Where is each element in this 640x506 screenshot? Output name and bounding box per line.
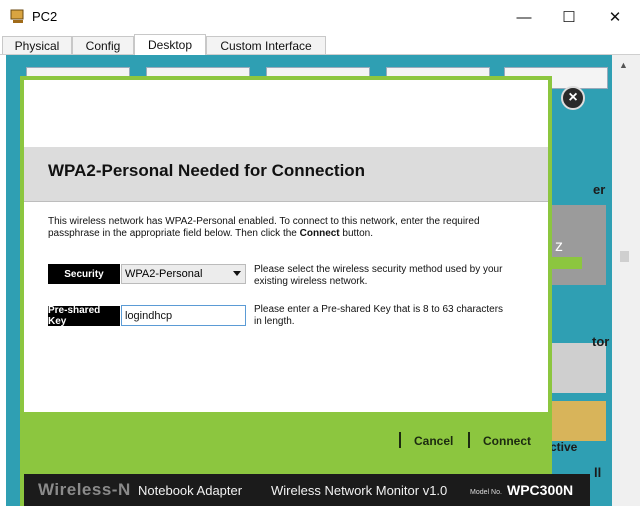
pc-icon	[10, 9, 24, 23]
minimize-button[interactable]: —	[502, 4, 546, 30]
tab-bar: Physical Config Desktop Custom Interface	[0, 34, 640, 55]
bg-label-fragment: tor	[592, 334, 610, 349]
security-select-value: WPA2-Personal	[125, 268, 203, 280]
window-title: PC2	[32, 9, 58, 24]
product-name: Notebook Adapter	[138, 483, 243, 498]
dropdown-arrow-icon	[233, 271, 241, 276]
bg-label-fragment: ctive	[550, 440, 578, 454]
bg-label-fragment: z	[555, 238, 563, 255]
adapter-footer: Wireless-N Notebook Adapter Wireless Net…	[24, 474, 590, 506]
security-select[interactable]: WPA2-Personal	[121, 264, 246, 284]
desktop-app-tile[interactable]	[552, 401, 606, 441]
dialog-description: This wireless network has WPA2-Personal …	[48, 216, 480, 239]
psk-input[interactable]: logindhcp	[121, 305, 246, 326]
cancel-button[interactable]: Cancel	[414, 434, 453, 448]
security-label: Security	[48, 264, 120, 284]
close-window-button[interactable]: ✕	[593, 4, 637, 30]
scrollbar[interactable]	[612, 55, 640, 506]
scroll-up-icon[interactable]: ▲	[619, 60, 628, 70]
tab-config[interactable]: Config	[72, 36, 134, 54]
dialog-heading-band: WPA2-Personal Needed for Connection	[24, 147, 548, 202]
maximize-button[interactable]: ☐	[547, 4, 591, 30]
close-dialog-icon[interactable]: ×	[561, 86, 585, 110]
desktop-app-tile[interactable]	[552, 343, 606, 393]
desktop-tile-bar	[552, 257, 582, 269]
psk-hint: Please enter a Pre-shared Key that is 8 …	[254, 304, 504, 327]
tab-physical[interactable]: Physical	[2, 36, 72, 54]
button-divider	[468, 432, 470, 448]
button-divider	[399, 432, 401, 448]
monitor-name: Wireless Network Monitor v1.0	[271, 483, 448, 498]
window-titlebar: PC2 — ☐ ✕	[0, 0, 640, 34]
dialog-heading: WPA2-Personal Needed for Connection	[48, 161, 366, 180]
bg-label-fragment: ll	[594, 465, 602, 480]
dialog-panel	[24, 80, 548, 410]
bg-label-fragment: er	[593, 182, 606, 197]
scroll-thumb[interactable]	[620, 251, 629, 262]
psk-label: Pre-shared Key	[48, 305, 120, 327]
connect-button[interactable]: Connect	[483, 434, 531, 448]
model-number-label: Model No.	[470, 489, 502, 496]
tab-desktop[interactable]: Desktop	[134, 34, 206, 55]
brand-name: Wireless-N	[38, 480, 131, 499]
security-hint: Please select the wireless security meth…	[254, 264, 503, 287]
model-number: WPC300N	[507, 482, 574, 498]
tab-custom-interface[interactable]: Custom Interface	[206, 36, 326, 54]
